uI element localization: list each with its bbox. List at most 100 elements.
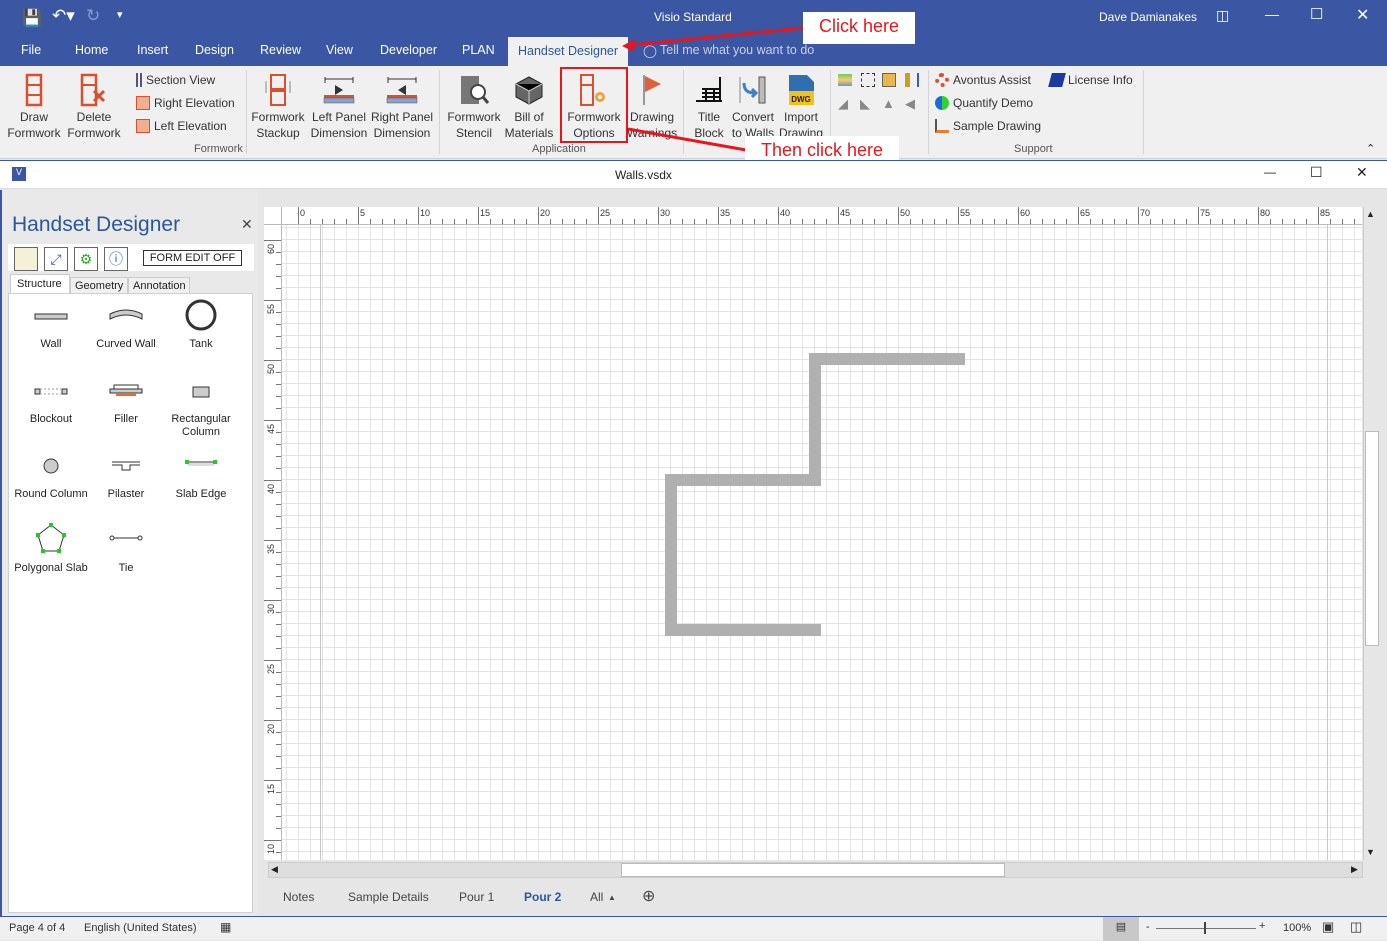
drawing-canvas[interactable] — [282, 225, 1362, 860]
page-tab-all[interactable]: All — [590, 890, 603, 904]
wall-shape[interactable] — [665, 353, 965, 636]
stencil-shapes: Wall Curved Wall Tank Blockout Filler Re… — [8, 293, 253, 913]
scroll-right-icon[interactable]: ▶ — [1351, 864, 1358, 875]
switch-windows-icon[interactable]: ◫ — [1350, 919, 1362, 935]
vertical-scroll-thumb[interactable] — [1365, 431, 1379, 646]
tank-icon — [185, 299, 217, 331]
callout-click-here: Click here — [803, 12, 916, 44]
add-page-icon[interactable]: ⊕ — [642, 886, 655, 906]
panel-title: Handset Designer — [12, 213, 181, 236]
ruler-label: 55 — [960, 208, 971, 218]
shape-polygonal-slab[interactable]: Polygonal Slab — [11, 522, 91, 575]
ruler-label: 70 — [1140, 208, 1151, 218]
zoom-in-icon[interactable]: + — [1259, 920, 1265, 932]
tie-icon — [109, 535, 143, 541]
document-title: Walls.vsdx — [615, 168, 672, 182]
page-tabs: Notes Sample Details Pour 1 Pour 2 All ▲… — [262, 880, 1382, 914]
page-indicator[interactable]: Page 4 of 4 — [9, 922, 65, 934]
walls-drawing — [665, 353, 965, 636]
page-tab-notes[interactable]: Notes — [283, 890, 314, 904]
axes-icon[interactable]: ⤢ — [44, 247, 68, 271]
form-edit-toggle[interactable]: FORM EDIT OFF — [143, 250, 242, 266]
presentation-mode-icon[interactable]: ▤ — [1103, 917, 1139, 941]
ruler-label: 20 — [540, 208, 551, 218]
ruler-label: 5 — [360, 208, 366, 218]
ruler-label: 10 — [266, 843, 276, 854]
shape-round-column[interactable]: Round Column — [11, 452, 91, 501]
page-tab-pour-2[interactable]: Pour 2 — [524, 890, 561, 904]
ruler-label: 75 — [1200, 208, 1211, 218]
horizontal-scroll-thumb[interactable] — [621, 863, 1005, 877]
curved-wall-icon — [109, 309, 143, 320]
pilaster-icon — [112, 461, 140, 471]
ruler-label: 25 — [600, 208, 611, 218]
doc-minimize-icon[interactable]: — — [1264, 165, 1276, 179]
slab-edge-icon — [185, 460, 217, 466]
fit-page-icon[interactable]: ▣ — [1322, 919, 1334, 935]
settings-check-icon[interactable]: ⚙ — [74, 247, 98, 271]
tab-structure[interactable]: Structure — [10, 274, 70, 294]
ruler-label: 35 — [266, 543, 276, 554]
ruler-label: 10 — [420, 208, 431, 218]
ruler-label: 0 — [300, 208, 306, 218]
horizontal-scrollbar[interactable]: ◀ ▶ — [268, 862, 1363, 878]
panel-close-icon[interactable]: ✕ — [241, 216, 253, 233]
ruler-label: 25 — [266, 663, 276, 674]
wall-icon — [34, 313, 68, 320]
shape-blockout[interactable]: Blockout — [11, 377, 91, 426]
zoom-level[interactable]: 100% — [1283, 922, 1311, 934]
shape-tank[interactable]: Tank — [161, 298, 241, 351]
ruler-label: 15 — [480, 208, 491, 218]
zoom-slider[interactable] — [1156, 928, 1256, 929]
ruler-label: 45 — [840, 208, 851, 218]
language-indicator[interactable]: English (United States) — [84, 922, 197, 934]
properties-icon[interactable] — [14, 247, 38, 271]
polygonal-slab-icon — [36, 523, 66, 553]
ruler-label: 20 — [266, 723, 276, 734]
help-icon[interactable]: ⓘ — [104, 247, 128, 271]
shape-rectangular-column[interactable]: Rectangular Column — [161, 377, 241, 439]
ruler-label: 35 — [720, 208, 731, 218]
ruler-label: 15 — [266, 783, 276, 794]
round-column-icon — [43, 458, 59, 474]
doc-close-icon[interactable]: ✕ — [1356, 164, 1368, 181]
vertical-scrollbar[interactable]: ▲ ▼ — [1363, 207, 1380, 860]
ruler-label: 60 — [1020, 208, 1031, 218]
document-title-bar: V Walls.vsdx — ☐ ✕ — [0, 160, 1387, 189]
ruler-label: 65 — [1080, 208, 1091, 218]
ruler-label: 80 — [1260, 208, 1271, 218]
shape-filler[interactable]: Filler — [86, 377, 166, 426]
page-tab-sample-details[interactable]: Sample Details — [348, 890, 429, 904]
vertical-ruler: 60 55 50 45 40 35 30 25 20 15 10 — [264, 225, 282, 860]
shape-curved-wall[interactable]: Curved Wall — [86, 302, 166, 351]
zoom-slider-thumb[interactable] — [1204, 922, 1206, 934]
shape-wall[interactable]: Wall — [11, 302, 91, 351]
scroll-left-icon[interactable]: ◀ — [271, 864, 278, 875]
tab-annotation[interactable]: Annotation — [128, 277, 190, 294]
rectangular-column-icon — [192, 386, 210, 398]
ruler-label: 30 — [266, 603, 276, 614]
scroll-up-icon[interactable]: ▲ — [1366, 209, 1375, 219]
status-bar: Page 4 of 4 English (United States) ▦ ▤ … — [0, 916, 1387, 941]
visio-doc-icon: V — [12, 167, 26, 181]
all-pages-caret-icon[interactable]: ▲ — [608, 893, 616, 902]
ruler-label: 55 — [266, 303, 276, 314]
page-tab-pour-1[interactable]: Pour 1 — [459, 890, 494, 904]
shape-slab-edge[interactable]: Slab Edge — [161, 452, 241, 501]
tab-geometry[interactable]: Geometry — [70, 277, 128, 294]
ruler-label: 85 — [1320, 208, 1331, 218]
zoom-out-icon[interactable]: - — [1146, 921, 1150, 933]
scroll-down-icon[interactable]: ▼ — [1366, 847, 1375, 857]
shape-tie[interactable]: Tie — [86, 526, 166, 575]
macro-icon[interactable]: ▦ — [220, 920, 231, 934]
ruler-label: 30 — [660, 208, 671, 218]
shape-pilaster[interactable]: Pilaster — [86, 452, 166, 501]
blockout-icon — [34, 388, 68, 395]
doc-maximize-icon[interactable]: ☐ — [1310, 164, 1323, 181]
filler-icon — [109, 384, 143, 396]
ruler-label: 40 — [266, 483, 276, 494]
ruler-label: 50 — [900, 208, 911, 218]
ruler-label: 60 — [266, 243, 276, 254]
ruler-label: 50 — [266, 363, 276, 374]
horizontal-ruler: 0 5 10 15 20 25 30 35 40 45 50 55 60 65 70 75 80 85 — [282, 207, 1362, 225]
